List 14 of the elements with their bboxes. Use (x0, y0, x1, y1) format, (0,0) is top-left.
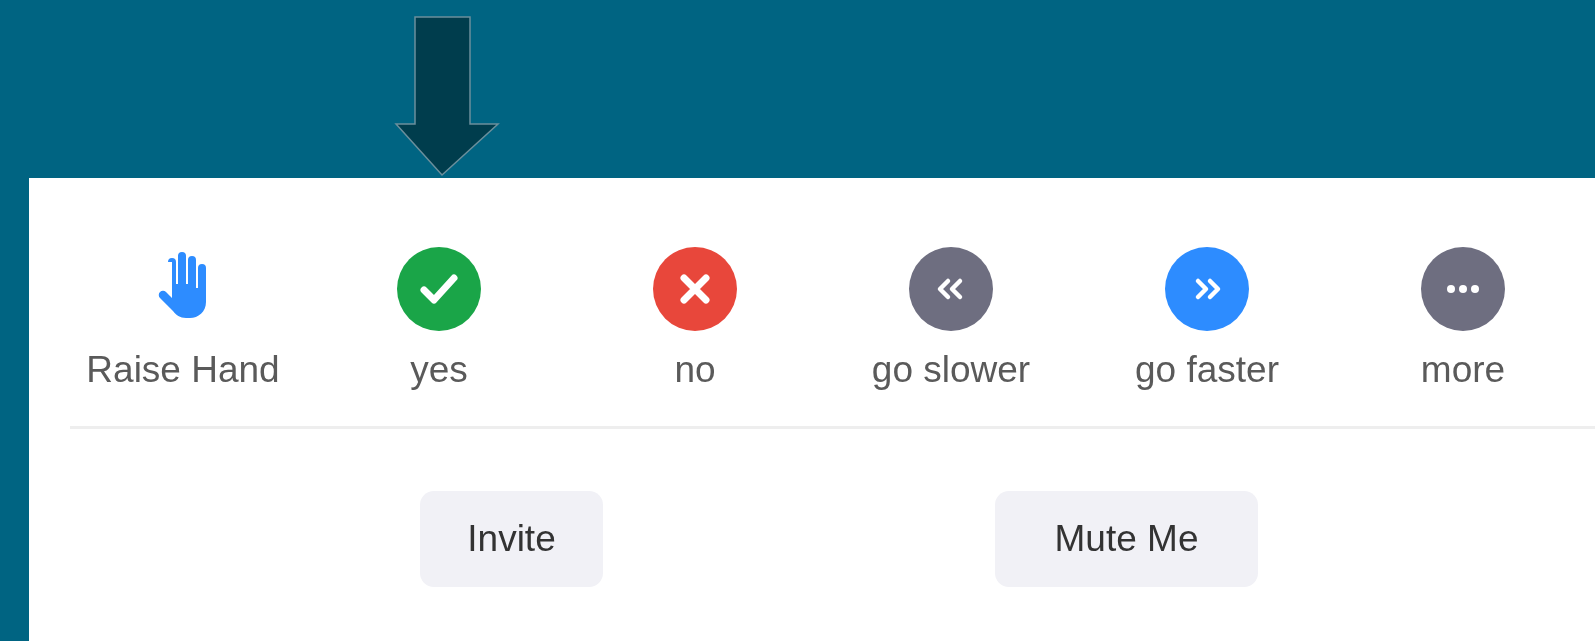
reaction-label: go faster (1135, 348, 1279, 392)
down-arrow-icon (394, 16, 500, 177)
action-button[interactable]: Mute Me (995, 491, 1258, 587)
reaction-label: Raise Hand (86, 348, 280, 392)
reaction-label: more (1420, 348, 1506, 392)
double-chevron-right-icon[interactable] (1164, 246, 1250, 332)
close-icon[interactable] (652, 246, 738, 332)
reaction-label: no (674, 348, 716, 392)
action-button[interactable]: Invite (420, 491, 603, 587)
reaction-label: yes (410, 348, 468, 392)
double-chevron-left-icon[interactable] (908, 246, 994, 332)
more-icon[interactable] (1420, 246, 1506, 332)
check-icon[interactable] (396, 246, 482, 332)
reaction-label: go slower (871, 348, 1031, 392)
